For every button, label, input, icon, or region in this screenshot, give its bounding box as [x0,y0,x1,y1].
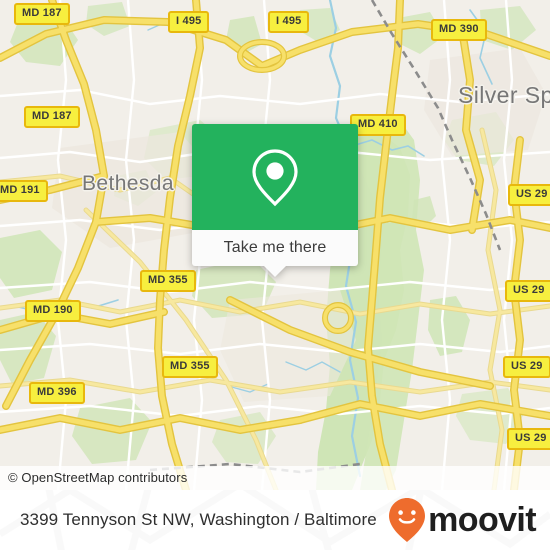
road-shield-md-355-south[interactable]: MD 355 [162,356,218,378]
location-popup-card[interactable]: Take me there [192,124,358,277]
road-shield-i-495-west[interactable]: I 495 [168,11,210,33]
road-shield-us-29-4[interactable]: US 29 [507,428,550,450]
place-label-silver-spring: Silver Spri [458,82,550,108]
road-shield-md-355-north[interactable]: MD 355 [140,270,196,292]
road-shield-md-190[interactable]: MD 190 [25,300,81,322]
road-shield-md-187-south[interactable]: MD 187 [24,106,80,128]
road-shield-us-29-1[interactable]: US 29 [508,184,550,206]
popup-icon-area [192,124,358,230]
map-pin-icon [252,149,298,207]
popup-pointer-tail [264,266,286,277]
road-shield-us-29-3[interactable]: US 29 [503,356,550,378]
road-shield-md-390[interactable]: MD 390 [431,19,487,41]
road-shield-md-410[interactable]: MD 410 [350,114,406,136]
osm-attribution[interactable]: © OpenStreetMap contributors [0,466,550,490]
moovit-map-screenshot: Bethesda Silver Spri MD 187 I 495 I 495 … [0,0,550,550]
place-label-bethesda: Bethesda [82,172,174,195]
moovit-wordmark: moovit [428,501,536,539]
road-shield-i-495-east[interactable]: I 495 [268,11,310,33]
location-address: 3399 Tennyson St NW, Washington / Baltim… [20,510,377,529]
take-me-there-button[interactable]: Take me there [192,230,358,266]
footer-bar: 3399 Tennyson St NW, Washington / Baltim… [0,490,550,550]
road-shield-md-396[interactable]: MD 396 [29,382,85,404]
road-shield-md-191[interactable]: MD 191 [0,180,48,202]
road-shield-md-187-north[interactable]: MD 187 [14,3,70,25]
moovit-logo[interactable]: moovit [388,497,537,543]
moovit-pin-smiley-icon [389,498,426,542]
road-shield-us-29-2[interactable]: US 29 [505,280,550,302]
take-me-there-label: Take me there [223,239,327,256]
